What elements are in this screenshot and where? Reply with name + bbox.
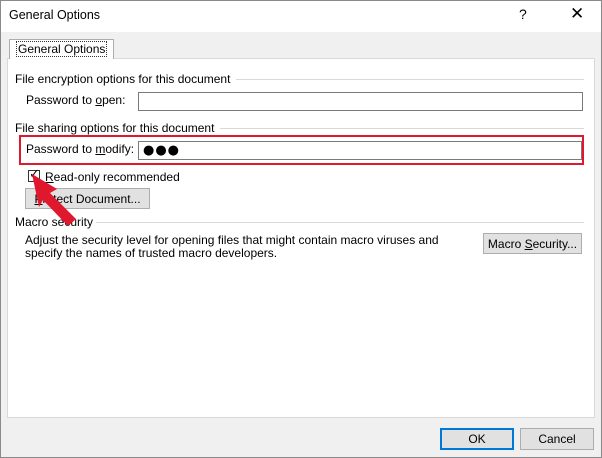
help-icon[interactable]: ? [519,6,527,22]
macro-group-line [96,222,584,223]
open-password-label: Password to open: [26,93,126,107]
cancel-button[interactable]: Cancel [520,428,594,450]
tab-label: General Options [15,41,108,57]
encryption-group-line [236,79,584,80]
modify-password-label: Password to modify: [26,142,135,156]
macro-description: Adjust the security level for opening fi… [25,233,439,260]
macro-security-button[interactable]: Macro Security... [483,233,582,254]
annotation-arrow-icon [32,174,76,226]
open-password-input[interactable] [138,92,583,111]
tab-general-options[interactable]: General Options [9,39,115,59]
sharing-group-heading: File sharing options for this document [15,121,215,135]
modify-password-input[interactable] [138,141,582,160]
encryption-group-heading: File encryption options for this documen… [15,72,231,86]
ok-button[interactable]: OK [440,428,514,450]
sharing-group-line [220,128,584,129]
window-title: General Options [9,8,101,22]
close-icon[interactable]: ✕ [570,4,584,24]
